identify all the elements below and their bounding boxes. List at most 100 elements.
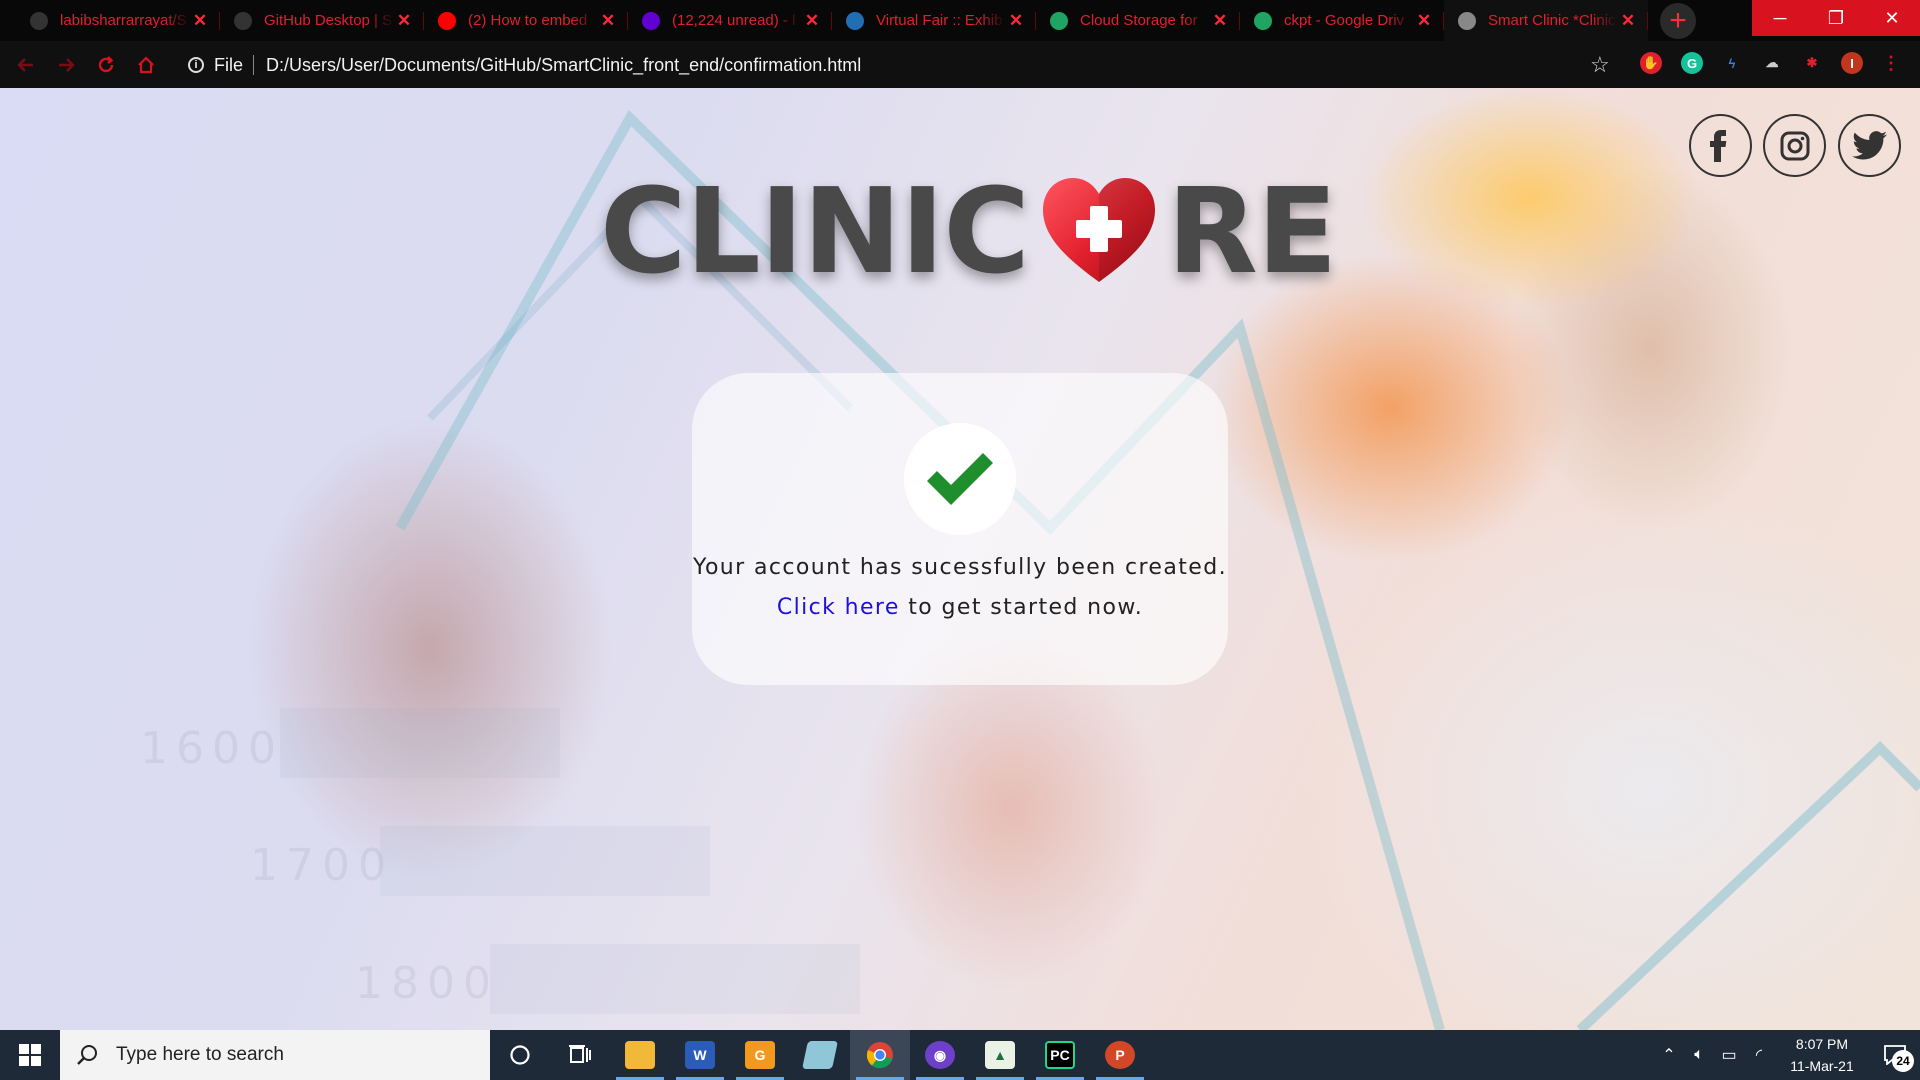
minimize-button[interactable]: ─	[1752, 0, 1808, 36]
browser-tab[interactable]: Virtual Fair :: Exhib ✕	[832, 0, 1036, 41]
tab-title: labibsharrarrayat/S	[60, 12, 187, 29]
github-icon	[234, 11, 252, 30]
google-drive-icon	[1050, 11, 1068, 30]
bookmark-star-icon[interactable]: ☆	[1590, 52, 1610, 78]
taskbar-app-chrome[interactable]	[850, 1030, 910, 1080]
background-number: 1800	[355, 958, 499, 1009]
cortana-button[interactable]	[490, 1030, 550, 1080]
close-tab-icon[interactable]: ✕	[1210, 11, 1230, 31]
get-started-line: Click here to get started now.	[692, 595, 1228, 620]
close-tab-icon[interactable]: ✕	[802, 11, 822, 31]
address-separator	[253, 55, 255, 75]
task-view-button[interactable]	[550, 1030, 610, 1080]
close-tab-icon[interactable]: ✕	[1618, 11, 1638, 31]
info-icon[interactable]: i	[188, 57, 204, 73]
home-icon	[138, 55, 154, 73]
globe-icon	[1458, 11, 1476, 30]
close-tab-icon[interactable]: ✕	[1414, 11, 1434, 31]
excel-chart-icon: ▲	[985, 1041, 1015, 1069]
extensions-puzzle-icon[interactable]: ✱	[1801, 52, 1823, 74]
clock-time: 8:07 PM	[1795, 1036, 1849, 1052]
browser-tab-strip: labibsharrarrayat/S ✕ GitHub Desktop | S ✕(…	[0, 0, 1920, 41]
browser-tab[interactable]: Cloud Storage for ✕	[1036, 0, 1240, 41]
battery-icon[interactable]: ▭	[1714, 1045, 1744, 1065]
pycharm-icon: PC	[1045, 1041, 1075, 1069]
github-icon	[30, 11, 48, 30]
heart-cross-icon	[1042, 178, 1155, 282]
window-controls: ─ ❐ ✕	[1752, 0, 1920, 36]
taskbar-app-chart[interactable]: ▲	[970, 1030, 1030, 1080]
clinicare-logo: CLINIC RE	[600, 162, 1337, 300]
menu-kebab-icon[interactable]: ⋮	[1880, 52, 1902, 74]
reload-button[interactable]	[86, 45, 126, 85]
address-url[interactable]: D:/Users/User/Documents/GitHub/SmartClin…	[266, 55, 861, 76]
restore-button[interactable]: ❐	[1808, 0, 1864, 36]
click-here-link[interactable]: Click here	[777, 595, 900, 620]
taskbar-app-pycharm[interactable]: PC	[1030, 1030, 1090, 1080]
google-drive-icon	[1254, 11, 1272, 30]
taskbar-app-file-explorer[interactable]	[610, 1030, 670, 1080]
twitter-link[interactable]	[1838, 114, 1901, 177]
arrow-left-icon	[17, 57, 33, 72]
facebook-icon	[1709, 129, 1726, 162]
taskbar-search-box[interactable]: Type here to search	[60, 1030, 490, 1080]
powerpoint-icon: P	[1105, 1041, 1135, 1069]
tab-title: Cloud Storage for	[1080, 12, 1198, 29]
ext-adblock-icon[interactable]: ✋	[1640, 52, 1662, 74]
close-window-button[interactable]: ✕	[1864, 0, 1920, 36]
browser-tab[interactable]: labibsharrarrayat/S ✕	[16, 0, 220, 41]
close-tab-icon[interactable]: ✕	[1006, 11, 1026, 31]
tab-title: ckpt - Google Driv	[1284, 12, 1405, 29]
ext-grammarly-icon[interactable]: G	[1681, 52, 1703, 74]
page-viewport: 1600 1700 1800 CLINIC RE Your account ha…	[0, 88, 1920, 1030]
taskbar-clock[interactable]: 8:07 PM 11-Mar-21	[1774, 1033, 1870, 1077]
taskbar-app-gmail[interactable]: G	[730, 1030, 790, 1080]
instagram-link[interactable]	[1763, 114, 1826, 177]
tab-title: (12,224 unread) - l	[672, 12, 796, 29]
tray-overflow-chevron-icon[interactable]: ⌃	[1654, 1045, 1684, 1065]
windows-logo-icon	[19, 1044, 41, 1066]
volume-icon[interactable]: 🔈︎	[1684, 1046, 1714, 1064]
chrome-icon	[866, 1042, 893, 1069]
home-button[interactable]	[126, 45, 166, 85]
success-message: Your account has sucessfully been create…	[693, 555, 1227, 580]
twitter-icon	[1851, 130, 1887, 160]
github-desktop-icon: ◉	[925, 1041, 955, 1069]
taskbar-app-github-desktop[interactable]: ◉	[910, 1030, 970, 1080]
taskbar-app-notepad[interactable]	[790, 1030, 850, 1080]
logo-text-left: CLINIC	[600, 162, 1030, 300]
success-badge	[904, 423, 1016, 535]
back-button[interactable]	[6, 45, 46, 85]
action-center-button[interactable]: 24	[1870, 1030, 1920, 1080]
wifi-icon[interactable]: ◜	[1744, 1045, 1774, 1065]
ext-cloud-icon[interactable]: ☁	[1761, 52, 1783, 74]
tab-title: Smart Clinic *Clinic	[1488, 12, 1616, 29]
clock-date: 11-Mar-21	[1790, 1058, 1854, 1074]
confirmation-card: Your account has sucessfully been create…	[692, 373, 1228, 685]
instagram-icon	[1780, 131, 1809, 160]
browser-tab[interactable]: (12,224 unread) - l ✕	[628, 0, 832, 41]
cortana-circle-icon	[510, 1045, 530, 1065]
ext-lightning-icon[interactable]: ϟ	[1721, 52, 1743, 74]
facebook-link[interactable]	[1689, 114, 1752, 177]
virtual-fair-icon	[846, 11, 864, 30]
close-tab-icon[interactable]: ✕	[190, 11, 210, 31]
tab-list: labibsharrarrayat/S ✕ GitHub Desktop | S ✕(…	[0, 0, 1696, 41]
browser-tab[interactable]: GitHub Desktop | S ✕	[220, 0, 424, 41]
close-tab-icon[interactable]: ✕	[394, 11, 414, 31]
taskbar-app-word[interactable]: W	[670, 1030, 730, 1080]
browser-tab[interactable]: Smart Clinic *Clinic ✕	[1444, 0, 1648, 41]
profile-avatar[interactable]: I	[1841, 52, 1863, 74]
browser-tab[interactable]: (2) How to embed ✕	[424, 0, 628, 41]
get-started-text: to get started now.	[899, 595, 1144, 620]
taskbar-app-powerpoint[interactable]: P	[1090, 1030, 1150, 1080]
tab-title: GitHub Desktop | S	[264, 12, 393, 29]
browser-tab[interactable]: ckpt - Google Driv ✕	[1240, 0, 1444, 41]
arrow-right-icon	[59, 57, 75, 72]
start-button[interactable]	[0, 1030, 60, 1080]
gmail-desktop-icon: G	[745, 1041, 775, 1069]
address-bar[interactable]: i File D:/Users/User/Documents/GitHub/Sm…	[178, 47, 1622, 83]
close-tab-icon[interactable]: ✕	[598, 11, 618, 31]
forward-button[interactable]	[46, 45, 86, 85]
new-tab-button[interactable]: +	[1660, 2, 1696, 39]
